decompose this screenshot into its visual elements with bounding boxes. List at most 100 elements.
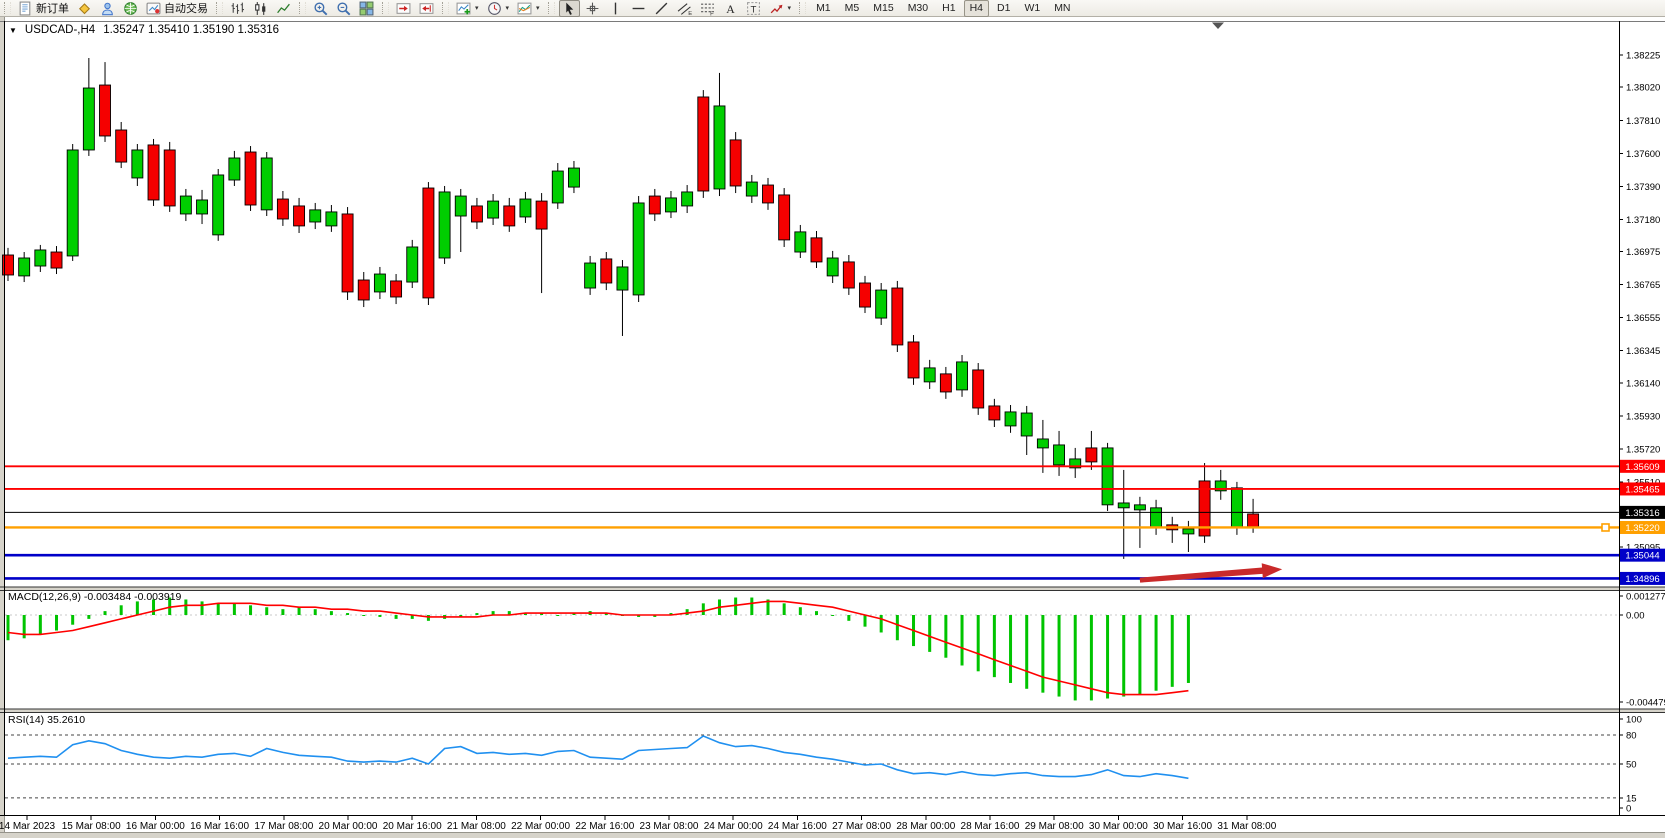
macd-bar — [896, 615, 899, 640]
channel-button[interactable]: E — [674, 0, 695, 17]
candle — [892, 288, 903, 345]
tile-windows-button[interactable] — [356, 0, 377, 17]
support-line-1-price-box — [1620, 549, 1665, 562]
text-button[interactable]: A — [720, 0, 741, 17]
macd-bar — [443, 615, 446, 619]
autotrading-icon — [146, 1, 161, 16]
chart-shift-icon — [419, 1, 434, 16]
candle — [100, 85, 111, 136]
time-tick-label: 30 Mar 16:00 — [1153, 821, 1212, 832]
candle — [342, 214, 353, 292]
annotations-layer[interactable] — [1140, 23, 1283, 583]
macd-bar — [23, 615, 26, 638]
candle — [294, 206, 305, 226]
macd-bar — [314, 609, 317, 615]
zoom-out-button[interactable] — [333, 0, 354, 17]
bid-line-price-box — [1620, 506, 1665, 519]
fibo-icon: F — [700, 1, 715, 16]
market-button[interactable] — [74, 0, 95, 17]
horizontal-line-button[interactable] — [628, 0, 649, 17]
macd-bar — [702, 603, 705, 615]
indicators-button[interactable]: ▾ — [453, 0, 482, 17]
chart-shift-button[interactable] — [416, 0, 437, 17]
new-order-button[interactable]: 新订单 — [15, 0, 72, 17]
candle — [1102, 448, 1113, 505]
candle — [520, 199, 531, 217]
candle — [1037, 439, 1048, 448]
timeframe-mn-button[interactable]: MN — [1048, 0, 1076, 17]
candle — [391, 281, 402, 297]
web-terminal-button[interactable] — [120, 0, 141, 17]
autotrading-button[interactable]: 自动交易 — [143, 0, 211, 17]
macd-bar — [492, 611, 495, 615]
line-chart-button[interactable] — [273, 0, 294, 17]
macd-bar — [1138, 615, 1141, 695]
timeframe-d1-button[interactable]: D1 — [991, 0, 1016, 17]
svg-text:T: T — [750, 4, 756, 15]
vertical-line-button[interactable] — [605, 0, 626, 17]
trend-arrow[interactable] — [1140, 563, 1283, 582]
candle — [1151, 508, 1162, 528]
timeframe-m30-button[interactable]: M30 — [902, 0, 934, 17]
timeframe-h1-button[interactable]: H1 — [936, 0, 961, 17]
candle — [455, 196, 466, 216]
macd-bar — [1074, 615, 1077, 700]
crosshair-button[interactable] — [582, 0, 603, 17]
time-tick-label: 27 Mar 08:00 — [832, 821, 891, 832]
timeframe-m1-button[interactable]: M1 — [810, 0, 837, 17]
macd-bar — [217, 603, 220, 615]
periods-button[interactable]: ▾ — [484, 0, 513, 17]
time-tick-label: 28 Mar 16:00 — [961, 821, 1020, 832]
trendline-button[interactable] — [651, 0, 672, 17]
candlestick-chart-button[interactable] — [250, 0, 271, 17]
user-icon — [100, 1, 115, 16]
svg-text:F: F — [710, 11, 714, 16]
candle — [83, 88, 94, 150]
candle — [245, 152, 256, 205]
macd-bar — [524, 613, 527, 615]
axes-layer[interactable]: 1.382251.380201.378101.376001.373901.371… — [0, 51, 1665, 833]
timeframe-w1-button[interactable]: W1 — [1018, 0, 1046, 17]
bars-icon — [230, 1, 245, 16]
symbol-dropdown-icon[interactable]: ▼ — [9, 26, 17, 35]
timeframe-m5-button[interactable]: M5 — [839, 0, 866, 17]
panel-frames — [0, 21, 1665, 816]
macd-bar — [815, 611, 818, 615]
candle — [1215, 481, 1226, 491]
community-button[interactable] — [97, 0, 118, 17]
fibonacci-button[interactable]: F — [697, 0, 718, 17]
horizontal-lines-layer[interactable] — [5, 466, 1619, 578]
order-line-price-box — [1620, 521, 1665, 534]
templates-button[interactable]: ▾ — [514, 0, 543, 17]
order-line-handle[interactable] — [1602, 524, 1609, 531]
macd-bar — [1090, 615, 1093, 700]
time-tick-label: 21 Mar 08:00 — [447, 821, 506, 832]
text-label-button[interactable]: T — [743, 0, 764, 17]
arrows-button[interactable]: ▾ — [766, 0, 795, 17]
candle — [310, 210, 321, 222]
candle — [585, 263, 596, 288]
macd-bar — [556, 615, 559, 616]
macd-bar — [378, 615, 381, 617]
macd-bar — [766, 599, 769, 615]
autotrading-button-label: 自动交易 — [164, 0, 208, 16]
macd-bar — [783, 603, 786, 615]
candle — [423, 188, 434, 298]
timeframe-h4-button[interactable]: H4 — [964, 0, 989, 17]
macd-bar — [961, 615, 964, 665]
timeframe-m15-button[interactable]: M15 — [867, 0, 899, 17]
bar-chart-button[interactable] — [227, 0, 248, 17]
cursor-button[interactable] — [559, 0, 580, 17]
price-tick-label: 1.38020 — [1626, 83, 1660, 94]
candle — [779, 195, 790, 240]
hline-icon — [631, 1, 646, 16]
price-tick-label: 1.37390 — [1626, 182, 1660, 193]
chart-shift-marker[interactable] — [1212, 23, 1224, 30]
candle — [19, 258, 30, 276]
macd-bar — [589, 611, 592, 615]
auto-scroll-button[interactable] — [393, 0, 414, 17]
candle — [957, 362, 968, 390]
macd-bar — [184, 599, 187, 615]
candle — [1183, 529, 1194, 534]
zoom-in-button[interactable] — [310, 0, 331, 17]
